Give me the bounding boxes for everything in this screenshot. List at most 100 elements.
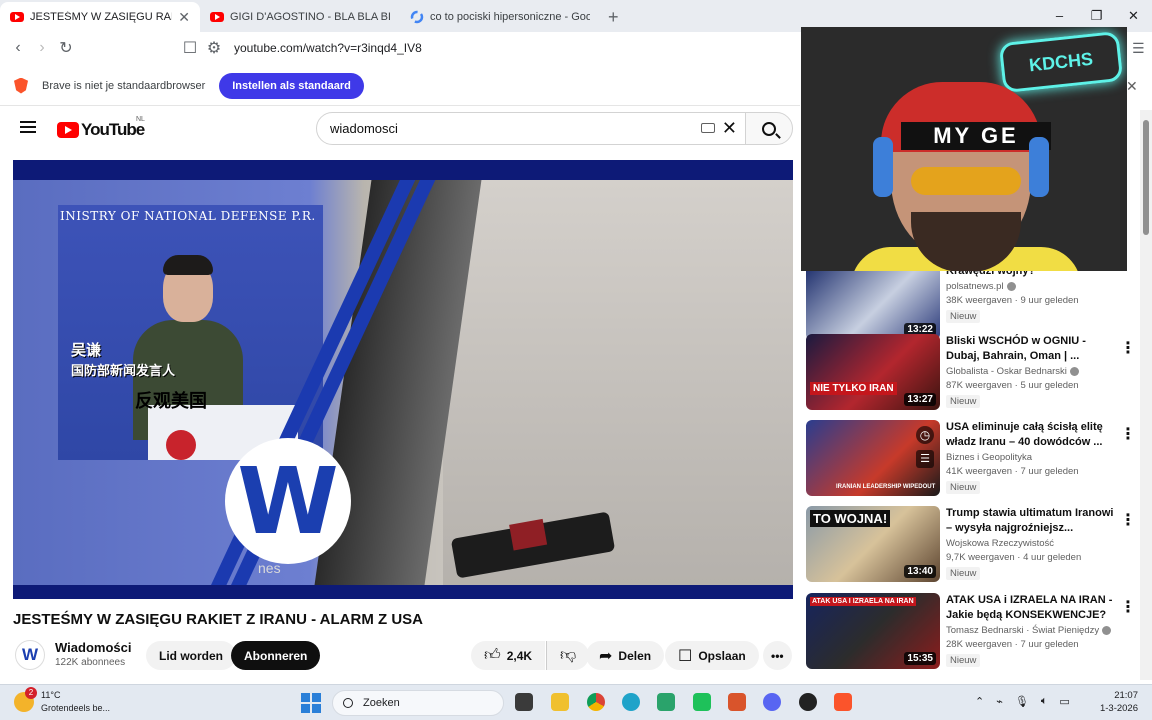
clear-search-icon[interactable]: ✕ <box>722 118 737 139</box>
network-icon[interactable]: ⌁ <box>996 695 1003 708</box>
related-video[interactable]: 13:22 Krawędzi wojny? polsatnews.pl 38K … <box>806 264 1136 344</box>
more-options-icon[interactable]: ⋮ <box>1120 510 1136 530</box>
share-button[interactable]: ➦ Delen <box>586 641 665 670</box>
video-thumbnail[interactable]: ATAK USA I IZRAELA NA IRAN 15:35 <box>806 593 940 669</box>
scrollbar[interactable] <box>1140 110 1152 680</box>
new-tab-button[interactable]: + <box>608 2 619 32</box>
upload-age: 4 uur geleden <box>1023 552 1082 563</box>
site-settings-icon[interactable]: ⚙ <box>202 38 226 58</box>
more-options-icon[interactable]: ⋮ <box>1120 424 1136 444</box>
youtube-icon <box>10 12 24 22</box>
windows-start-icon[interactable] <box>301 693 321 713</box>
channel-avatar[interactable]: W <box>15 640 45 670</box>
video-thumbnail[interactable]: IRANIAN LEADERSHIP WIPEDOUT ◷ ☰ <box>806 420 940 496</box>
add-to-queue-icon[interactable]: ☰ <box>916 450 934 468</box>
thumbnail-text: ATAK USA I IZRAELA NA IRAN <box>810 597 916 606</box>
tab-google[interactable]: co to pociski hipersoniczne - Google <box>400 2 600 32</box>
green-app-icon[interactable] <box>693 693 711 711</box>
youtube-header: YouTube NL wiadomosci ✕ <box>0 108 800 150</box>
video-thumbnail[interactable]: NIE TYLKO IRAN 13:27 <box>806 334 940 410</box>
tab-title: GIGI D'AGOSTINO - BLA BLA BLA ( O <box>230 11 390 23</box>
video-thumbnail[interactable]: TO WOJNA! 13:40 <box>806 506 940 582</box>
youtube-logo[interactable]: YouTube NL <box>57 116 145 140</box>
brave-icon[interactable] <box>834 693 852 711</box>
edge-icon[interactable] <box>622 693 640 711</box>
subscribe-button[interactable]: Abonneren <box>231 641 321 670</box>
notification-badge: 2 <box>25 687 37 699</box>
menu-icon[interactable] <box>20 121 36 133</box>
related-channel[interactable]: polsatnews.pl <box>946 281 1004 292</box>
more-actions-button[interactable]: ••• <box>763 641 792 670</box>
channel-name[interactable]: Wiadomości <box>55 640 131 655</box>
view-count: 87K weergaven <box>946 380 1013 391</box>
battery-icon[interactable]: ▭ <box>1059 695 1069 708</box>
search-button[interactable] <box>745 112 793 145</box>
video-thumbnail[interactable]: 13:22 <box>806 264 940 340</box>
country-code: NL <box>136 116 145 123</box>
spreadsheet-app-icon[interactable] <box>657 693 675 711</box>
more-options-icon[interactable]: ⋮ <box>1120 597 1136 617</box>
reload-icon[interactable]: ↻ <box>54 38 78 58</box>
keyboard-icon[interactable] <box>701 123 715 133</box>
related-channel[interactable]: Tomasz Bednarski · Świat Pieniędzy <box>946 625 1099 636</box>
like-button[interactable]: 👍︎ 2,4K <box>471 641 546 670</box>
menu-icon[interactable]: ☰ <box>1132 40 1145 57</box>
search-input[interactable]: wiadomosci ✕ <box>316 112 746 145</box>
dislike-button[interactable]: 👎︎ <box>546 641 590 670</box>
clock[interactable]: 21:07 1-3-2026 <box>1098 689 1138 715</box>
address-bar: ‹ › ↻ ☐ ⚙ youtube.com/watch?v=r3inqd4_IV… <box>0 32 800 64</box>
obs-icon[interactable] <box>799 693 817 711</box>
logo-text: YouTube <box>81 120 145 139</box>
related-title[interactable]: ATAK USA i IZRAELA NA IRAN - Jakie będą … <box>946 593 1116 623</box>
speaker-icon[interactable]: 🔈︎ <box>1041 695 1048 708</box>
back-icon[interactable]: ‹ <box>6 39 30 57</box>
related-video[interactable]: NIE TYLKO IRAN 13:27 Bliski WSCHÓD w OGN… <box>806 334 1136 414</box>
bookmark-icon[interactable]: ☐ <box>178 38 202 58</box>
taskbar-search[interactable]: Zoeken <box>332 690 504 716</box>
url-field[interactable]: youtube.com/watch?v=r3inqd4_IV8 <box>234 41 422 55</box>
related-title[interactable]: Trump stawia ultimatum Iranowi – wysyła … <box>946 506 1116 536</box>
set-default-button[interactable]: Instellen als standaard <box>219 72 364 99</box>
duration-badge: 13:40 <box>904 565 936 578</box>
file-explorer-icon[interactable] <box>551 693 569 711</box>
wall-background <box>443 180 793 585</box>
headphones <box>873 137 893 197</box>
video-player[interactable]: INISTRY OF NATIONAL DEFENSE P.R. 吴谦 国防部新… <box>13 160 793 599</box>
search-value: wiadomosci <box>330 121 398 136</box>
forward-icon[interactable]: › <box>30 39 54 57</box>
document-app-icon[interactable] <box>728 693 746 711</box>
related-channel[interactable]: Biznes i Geopolityka <box>946 452 1032 463</box>
related-title[interactable]: USA eliminuje całą ścisłą elitę władz Ir… <box>946 420 1116 450</box>
clock-date: 1-3-2026 <box>1099 703 1138 714</box>
related-channel[interactable]: Wojskowa Rzeczywistość <box>946 538 1054 549</box>
related-video[interactable]: ATAK USA I IZRAELA NA IRAN 15:35 ATAK US… <box>806 593 1136 673</box>
channel-watermark-logo: W <box>225 438 351 564</box>
chevron-up-icon[interactable]: ⌃ <box>975 695 984 708</box>
tab-gigi[interactable]: GIGI D'AGOSTINO - BLA BLA BLA ( O <box>200 2 400 32</box>
close-tab-icon[interactable]: ✕ <box>178 9 190 26</box>
more-options-icon[interactable]: ⋮ <box>1120 338 1136 358</box>
related-title[interactable]: Bliski WSCHÓD w OGNIU - Dubaj, Bahrain, … <box>946 334 1116 364</box>
watch-later-icon[interactable]: ◷ <box>916 426 934 444</box>
related-channel[interactable]: Globalista - Oskar Bednarski <box>946 366 1067 377</box>
verified-icon <box>1102 625 1112 635</box>
join-button[interactable]: Lid worden <box>146 641 236 670</box>
system-tray: ⌃ ⌁ 🎙︎ 🔈︎ ▭ <box>975 695 1070 708</box>
scrollbar-thumb[interactable] <box>1143 120 1149 235</box>
task-view-icon[interactable] <box>515 693 533 711</box>
discord-icon[interactable] <box>763 693 781 711</box>
related-video[interactable]: TO WOJNA! 13:40 Trump stawia ultimatum I… <box>806 506 1136 586</box>
search-icon <box>762 121 776 136</box>
weather-desc: Grotendeels be... <box>41 703 111 713</box>
related-video[interactable]: IRANIAN LEADERSHIP WIPEDOUT ◷ ☰ USA elim… <box>806 420 1136 500</box>
save-button[interactable]: ☐ Opslaan <box>665 641 759 670</box>
caption-name: 吴谦 <box>71 342 102 359</box>
view-count: 28K weergaven <box>946 639 1013 650</box>
tab-active[interactable]: JESTEŚMY W ZASIĘGU RAKIET Z ✕ <box>0 2 200 32</box>
verified-icon <box>1006 281 1016 291</box>
new-badge: Nieuw <box>946 654 981 667</box>
microphone-icon[interactable]: 🎙︎ <box>1015 695 1029 708</box>
share-icon: ➦ <box>599 647 613 665</box>
chrome-icon[interactable] <box>587 693 605 711</box>
close-overlay-icon[interactable]: ✕ <box>1126 78 1138 95</box>
